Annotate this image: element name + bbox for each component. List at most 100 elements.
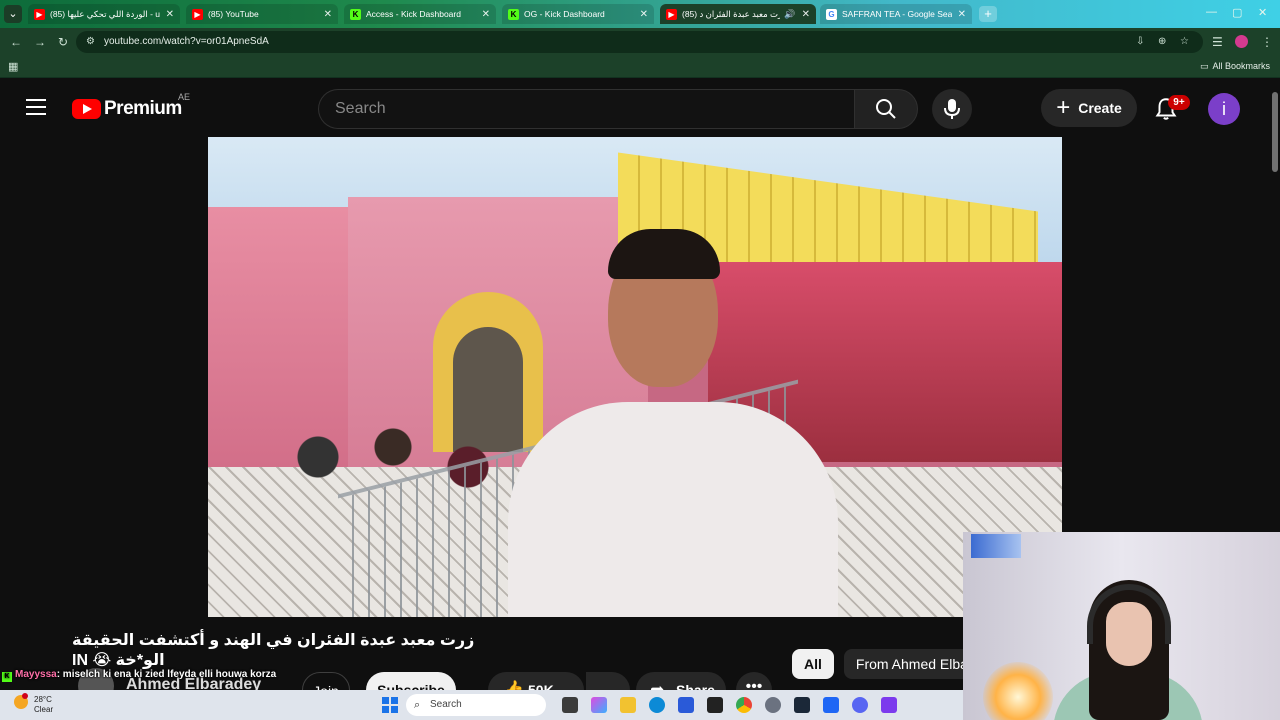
microphone-icon — [944, 99, 960, 119]
app-icon-purple[interactable] — [881, 697, 897, 713]
related-filter-chips: All From Ahmed Elba — [792, 649, 980, 679]
scrollbar-thumb[interactable] — [1272, 92, 1278, 172]
copilot-icon[interactable] — [591, 697, 607, 713]
region-code: AE — [178, 92, 191, 102]
weather-alert-badge — [22, 693, 28, 699]
edge-icon[interactable] — [649, 697, 665, 713]
close-tab-icon[interactable]: ✕ — [958, 9, 966, 20]
tab-title: OG - Kick Dashboard — [524, 9, 605, 19]
notification-count-badge: 9+ — [1168, 95, 1190, 110]
all-bookmarks-button[interactable]: ▭ All Bookmarks — [1200, 61, 1270, 72]
youtube-icon: ▶ — [192, 8, 203, 20]
tab-search-menu-icon[interactable]: ⌄ — [4, 5, 22, 23]
close-window-icon[interactable]: ✕ — [1258, 6, 1267, 19]
search-button[interactable] — [854, 89, 918, 129]
video-player[interactable] — [208, 137, 1062, 617]
plus-icon: + — [1056, 94, 1071, 121]
browser-tab[interactable]: G SAFFRAN TEA - Google Search ✕ — [820, 4, 972, 24]
brand-label: Premium — [104, 98, 182, 119]
kick-icon: K — [350, 8, 361, 20]
bookmarks-bar: ▦ ▭ All Bookmarks — [0, 56, 1280, 78]
folder-icon: ▭ — [1199, 61, 1209, 71]
weather-temp: 28°C — [34, 695, 52, 704]
audio-playing-icon[interactable]: 🔊 — [784, 9, 795, 20]
tab-title: (85) YouTube — [208, 9, 259, 19]
install-app-icon[interactable]: ⇩ — [1136, 36, 1144, 47]
url-field[interactable]: ⚙ youtube.com/watch?v=or01ApneSdA ⇩ ⊕ ☆ — [76, 31, 1203, 53]
video-title: زرت معبد عبدة الفئران في الهند و أكتشفت … — [72, 632, 475, 669]
search-icon: ⌕ — [414, 699, 421, 711]
search-input[interactable] — [335, 100, 835, 118]
windows-start-icon[interactable] — [382, 697, 398, 713]
close-tab-icon[interactable]: ✕ — [482, 9, 490, 20]
profile-avatar[interactable] — [1235, 35, 1248, 48]
webcam-lamp-glow — [983, 662, 1053, 720]
reload-icon[interactable]: ↻ — [58, 35, 68, 49]
store-icon[interactable] — [678, 697, 694, 713]
search-box[interactable] — [318, 89, 854, 129]
stream-chat-message: K Mayyssa: miselch ki ena ki zied lfeyda … — [2, 669, 276, 682]
webcam-wall-poster — [971, 534, 1021, 558]
youtube-play-icon — [72, 99, 101, 119]
youtube-premium-logo[interactable]: Premium AE — [72, 92, 190, 120]
chat-message-text: : miselch ki ena ki zied lfeyda elli hou… — [56, 669, 277, 680]
bookmark-star-icon[interactable]: ☆ — [1180, 36, 1189, 47]
youtube-header: Premium AE + Create 9+ i — [0, 80, 1280, 136]
chrome-icon[interactable] — [736, 697, 752, 713]
browser-tab[interactable]: ▶ (85) YouTube ✕ — [186, 4, 338, 24]
kick-icon: K — [2, 672, 12, 682]
reading-list-icon[interactable]: ☰ — [1212, 35, 1223, 49]
weather-condition: Clear — [34, 705, 54, 714]
browser-tab-active[interactable]: ▶ (85) زرت معبد عبدة الفئران د 🔊 ✕ — [660, 4, 816, 24]
windows-taskbar: 28°C Clear ⌕ Search — [0, 690, 963, 720]
streamer-webcam — [963, 532, 1280, 720]
chat-username: Mayyssa — [15, 669, 57, 680]
app-icon-blue[interactable] — [823, 697, 839, 713]
taskbar-search[interactable]: ⌕ Search — [406, 694, 546, 716]
chip-from-channel[interactable]: From Ahmed Elba — [843, 649, 980, 679]
youtube-icon: ▶ — [34, 8, 45, 20]
maximize-icon[interactable]: ▢ — [1232, 6, 1242, 19]
google-icon: G — [826, 8, 837, 20]
url-text[interactable]: youtube.com/watch?v=or01ApneSdA — [104, 36, 269, 47]
browser-tab[interactable]: K Access - Kick Dashboard ✕ — [344, 4, 496, 24]
search-icon — [876, 99, 896, 119]
kick-icon: K — [508, 8, 519, 20]
account-avatar[interactable]: i — [1208, 93, 1240, 125]
tab-title: (85) الوردة اللي تحكي عليها - ube — [50, 8, 160, 19]
task-view-icon[interactable] — [562, 697, 578, 713]
tab-title: (85) زرت معبد عبدة الفئران د — [682, 8, 781, 19]
new-tab-button[interactable]: + — [979, 6, 997, 22]
voice-search-button[interactable] — [932, 89, 972, 129]
browser-tab[interactable]: ▶ (85) الوردة اللي تحكي عليها - ube ✕ — [28, 4, 180, 24]
file-explorer-icon[interactable] — [620, 697, 636, 713]
taskbar-search-label: Search — [430, 699, 462, 710]
chip-all[interactable]: All — [792, 649, 834, 679]
forward-arrow-icon[interactable]: → — [34, 35, 46, 49]
browser-tab[interactable]: K OG - Kick Dashboard ✕ — [502, 4, 654, 24]
steam-icon[interactable] — [794, 697, 810, 713]
create-label: Create — [1078, 100, 1122, 116]
close-tab-icon[interactable]: ✕ — [166, 9, 174, 20]
browser-tab-strip: ⌄ ▶ (85) الوردة اللي تحكي عليها - ube ✕ … — [0, 0, 1280, 28]
video-frame-person-shirt — [508, 402, 838, 617]
settings-gear-icon[interactable] — [765, 697, 781, 713]
close-tab-icon[interactable]: ✕ — [324, 9, 332, 20]
hamburger-menu-icon[interactable] — [26, 99, 46, 115]
discord-icon[interactable] — [852, 697, 868, 713]
back-arrow-icon[interactable]: ← — [10, 35, 22, 49]
zoom-icon[interactable]: ⊕ — [1158, 36, 1166, 47]
tab-title: Access - Kick Dashboard — [366, 9, 461, 19]
browser-menu-icon[interactable]: ⋮ — [1261, 35, 1273, 49]
address-bar-row: ← → ↻ ⚙ youtube.com/watch?v=or01ApneSdA … — [0, 28, 1280, 56]
apps-grid-icon[interactable]: ▦ — [8, 60, 18, 73]
close-tab-icon[interactable]: ✕ — [802, 9, 810, 20]
minimize-icon[interactable]: — — [1206, 6, 1217, 18]
close-tab-icon[interactable]: ✕ — [640, 9, 648, 20]
create-button[interactable]: + Create — [1041, 89, 1137, 127]
app-icon[interactable] — [707, 697, 723, 713]
site-info-icon[interactable]: ⚙ — [86, 36, 95, 47]
all-bookmarks-label: All Bookmarks — [1212, 61, 1270, 71]
youtube-icon: ▶ — [666, 8, 677, 20]
tab-title: SAFFRAN TEA - Google Search — [842, 9, 952, 19]
